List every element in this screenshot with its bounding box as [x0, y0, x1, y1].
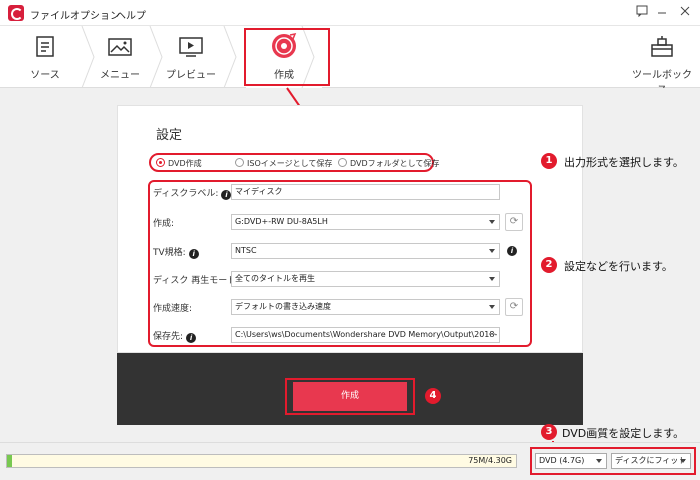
- burner-label: 作成:: [153, 219, 175, 229]
- refresh-icon[interactable]: ⟳: [505, 213, 523, 231]
- burner-select[interactable]: G:DVD+-RW DU-8A5LH: [231, 214, 500, 230]
- save-to-label: 保存先: i: [153, 329, 197, 343]
- refresh-icon[interactable]: ⟳: [505, 298, 523, 316]
- radio-dot: [235, 158, 244, 167]
- info-icon[interactable]: i: [186, 333, 197, 343]
- radio-dvd-create[interactable]: DVD作成: [156, 158, 202, 169]
- playback-mode-label: ディスク 再生モード:: [153, 276, 240, 286]
- radio-dvd-create-label: DVD作成: [168, 159, 202, 168]
- disc-usage-track: [7, 455, 516, 467]
- browse-button[interactable]: ···: [488, 328, 496, 342]
- playback-mode-select[interactable]: 全てのタイトルを再生: [231, 271, 500, 287]
- disc-label-text: ディスクラベル:: [153, 189, 219, 199]
- burn-speed-label: 作成速度:: [153, 304, 193, 314]
- radio-save-iso[interactable]: ISOイメージとして保存: [235, 158, 332, 169]
- tv-standard-select[interactable]: NTSC: [231, 243, 500, 259]
- radio-dot: [156, 158, 165, 167]
- disc-label-input[interactable]: マイディスク: [231, 184, 500, 200]
- note-1: 出力形式を選択します。: [564, 156, 684, 169]
- tv-standard-text: TV規格:: [153, 248, 186, 258]
- create-button[interactable]: 作成: [293, 382, 407, 411]
- settings-fields-highlight: [148, 180, 532, 347]
- radio-save-iso-label: ISOイメージとして保存: [247, 159, 333, 168]
- save-to-path[interactable]: C:\Users\ws\Documents\Wondershare DVD Me…: [231, 327, 500, 343]
- output-format-group: DVD作成 ISOイメージとして保存 DVDフォルダとして保存: [149, 153, 439, 172]
- radio-save-folder-label: DVDフォルダとして保存: [350, 159, 440, 168]
- info-icon[interactable]: i: [188, 249, 199, 259]
- disc-type-select[interactable]: DVD (4.7G): [535, 453, 607, 469]
- tv-standard-label: TV規格: i: [153, 245, 199, 259]
- quality-select[interactable]: ディスクにフィット: [611, 453, 691, 469]
- save-to-path-text: C:\Users\ws\Documents\Wondershare DVD Me…: [235, 330, 498, 339]
- radio-save-folder[interactable]: DVDフォルダとして保存: [338, 158, 439, 169]
- settings-title: 設定: [156, 128, 183, 143]
- burn-speed-select[interactable]: デフォルトの書き込み速度: [231, 299, 500, 315]
- radio-dot: [338, 158, 347, 167]
- disc-usage-text: 75M/4.30G: [468, 456, 512, 465]
- badge-4: 4: [425, 388, 441, 404]
- note-3: DVD画質を設定します。: [562, 427, 685, 440]
- disc-usage-fill: [7, 455, 12, 467]
- badge-3: 3: [541, 424, 557, 440]
- save-to-text: 保存先:: [153, 332, 184, 342]
- info-icon[interactable]: i: [507, 246, 517, 256]
- note-2: 設定などを行います。: [564, 260, 673, 273]
- disc-usage-bar: 75M/4.30G: [6, 454, 517, 468]
- badge-2: 2: [541, 257, 557, 273]
- info-icon[interactable]: i: [221, 190, 232, 200]
- badge-1: 1: [541, 153, 557, 169]
- disc-label-label: ディスクラベル: i: [153, 186, 232, 200]
